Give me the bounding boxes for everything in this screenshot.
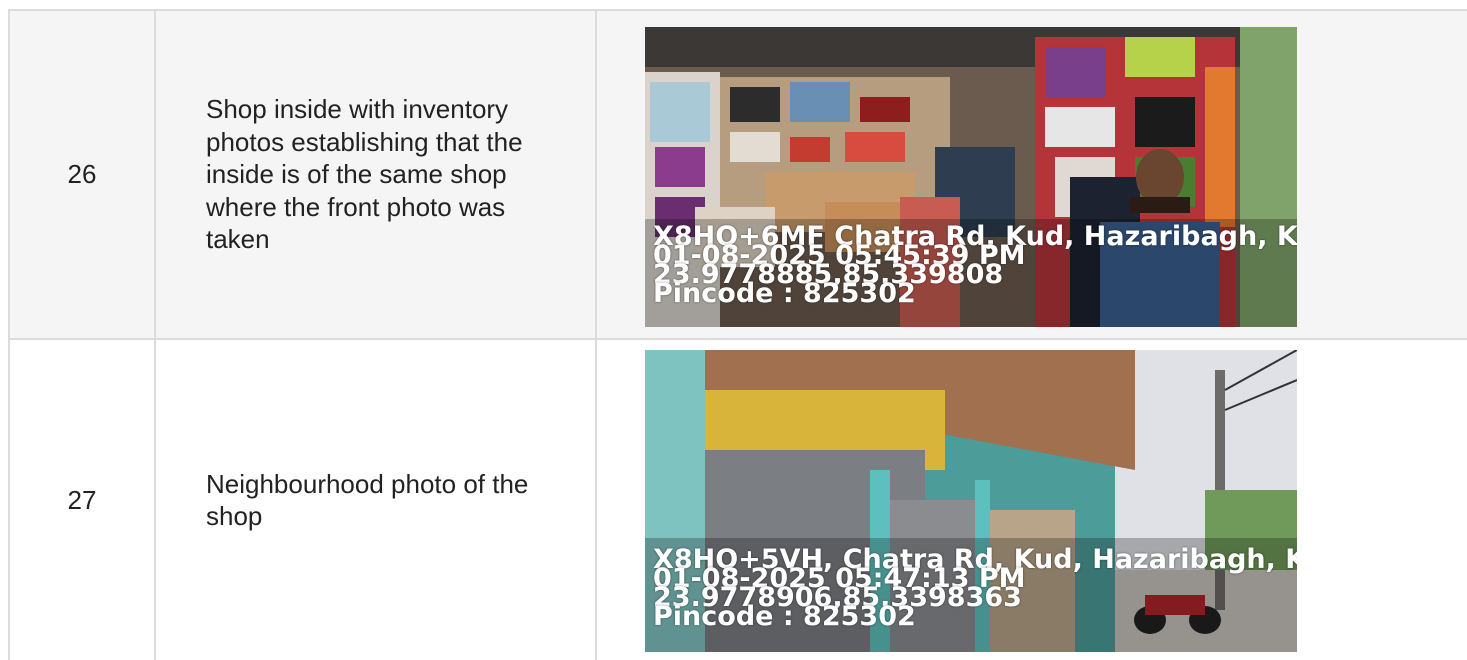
row-description: Shop inside with inventory photos establ… [206, 94, 523, 255]
photo-geotag-overlay: X8HQ+6MF Chatra Rd, Kud, Hazaribagh, Kud… [645, 219, 1297, 327]
row-number-cell: 26 [8, 11, 156, 338]
row-number: 27 [67, 484, 97, 515]
shop-inside-photo: X8HQ+6MF Chatra Rd, Kud, Hazaribagh, Kud… [645, 27, 1297, 327]
report-table: 26 Shop inside with inventory photos est… [8, 9, 1467, 660]
description-cell: Neighbourhood photo of the shop [156, 340, 597, 660]
photo-geotag-overlay: X8HQ+5VH, Chatra Rd, Kud, Hazaribagh, Ku… [645, 538, 1297, 652]
row-description: Neighbourhood photo of the shop [206, 468, 529, 532]
row-number: 26 [67, 159, 97, 189]
neighbourhood-photo: X8HQ+5VH, Chatra Rd, Kud, Hazaribagh, Ku… [645, 350, 1297, 652]
row-number-cell: 27 [8, 340, 156, 660]
table-row: 26 Shop inside with inventory photos est… [8, 9, 1467, 340]
table-row: 27 Neighbourhood photo of the shop X8HQ+… [8, 340, 1467, 660]
photo-cell: X8HQ+5VH, Chatra Rd, Kud, Hazaribagh, Ku… [597, 340, 1467, 660]
description-cell: Shop inside with inventory photos establ… [156, 11, 597, 338]
photo-cell: X8HQ+6MF Chatra Rd, Kud, Hazaribagh, Kud… [597, 11, 1467, 338]
